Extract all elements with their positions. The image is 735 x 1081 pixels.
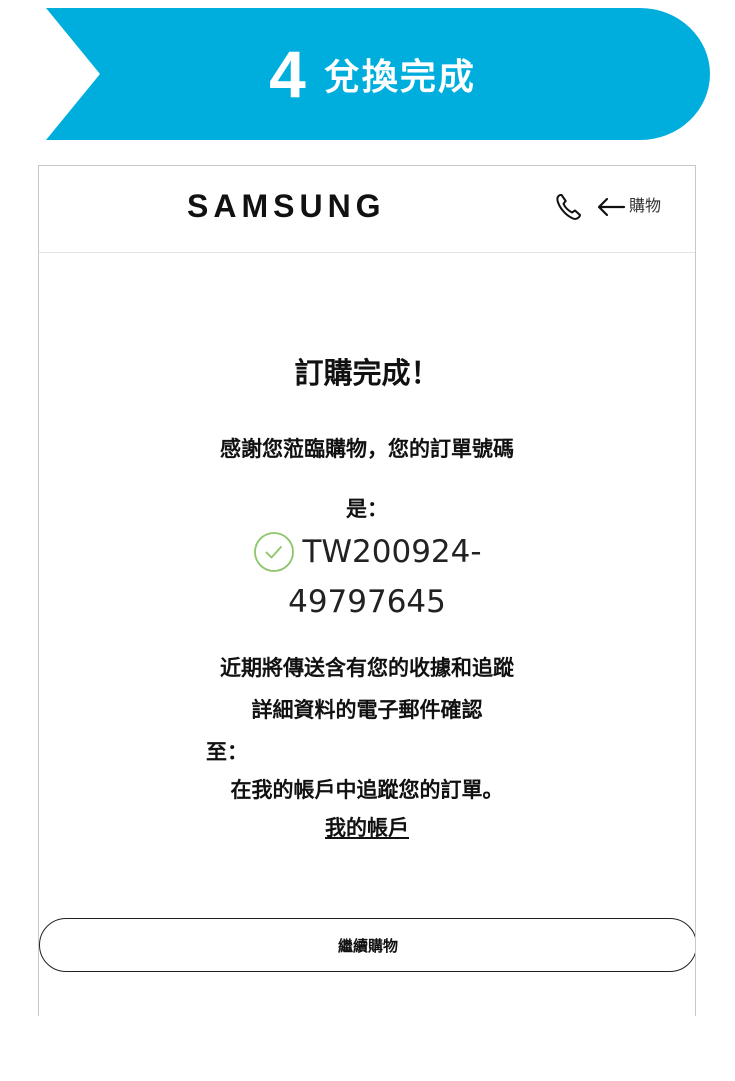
continue-shopping-button[interactable]: 繼續購物	[39, 918, 695, 972]
order-number-label: 是：	[346, 497, 388, 521]
step-banner: 4 兌換完成	[0, 0, 735, 140]
order-number-part1: TW200924-	[302, 534, 482, 570]
arrow-left-icon[interactable]	[596, 196, 626, 218]
thanks-message: 感謝您蒞臨購物，您的訂單號碼	[220, 437, 514, 461]
order-number-part2: 49797645	[288, 584, 446, 620]
track-order-text: 在我的帳戶中追蹤您的訂單。	[230, 778, 504, 802]
site-header: SAMSUNG 購物	[39, 166, 695, 253]
step-number: 4	[269, 37, 306, 111]
phone-icon[interactable]	[553, 191, 585, 223]
email-note-line2: 詳細資料的電子郵件確認	[251, 698, 483, 722]
phone-screen: SAMSUNG 購物 訂購完成！ 感謝您蒞臨購物，您的訂單號碼 是： TW200…	[38, 165, 696, 1016]
email-note-line1: 近期將傳送含有您的收據和追蹤	[220, 656, 514, 680]
my-account-link-row: 我的帳戶	[39, 812, 695, 842]
my-account-link[interactable]: 我的帳戶	[325, 816, 409, 840]
samsung-logo[interactable]: SAMSUNG	[187, 186, 386, 226]
order-number-row: TW200924-	[39, 528, 695, 576]
step-title: 兌換完成	[323, 57, 476, 98]
to-label: 至：	[206, 740, 248, 764]
back-to-shop-link[interactable]: 購物	[629, 194, 661, 218]
page-title: 訂購完成！	[294, 356, 440, 390]
check-circle-icon	[254, 532, 295, 572]
continue-shopping-label: 繼續購物	[337, 936, 398, 955]
